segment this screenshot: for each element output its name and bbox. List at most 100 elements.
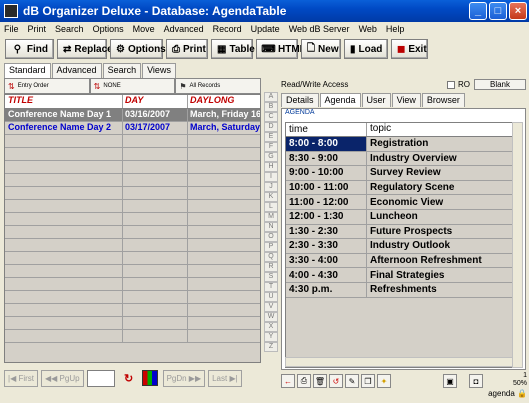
table-row[interactable]: Conference Name Day 2 03/17/2007 March, …	[5, 122, 260, 135]
table-row[interactable]: 8:00 - 8:00 Registration	[286, 137, 512, 152]
print-record-icon[interactable]: ⎙	[297, 374, 311, 388]
tab-views[interactable]: Views	[142, 63, 176, 78]
print-button[interactable]: ⎙ Print	[166, 39, 208, 59]
table-button[interactable]: ▦ Table	[211, 39, 255, 59]
record-number-input[interactable]	[86, 369, 115, 387]
alpha-g[interactable]: G	[264, 152, 278, 162]
menu-record[interactable]: Record	[213, 24, 242, 34]
ro-checkbox[interactable]	[447, 80, 455, 89]
lightbulb-icon[interactable]: ✦	[377, 374, 391, 388]
table-row[interactable]: 9:00 - 10:00 Survey Review	[286, 166, 512, 181]
alpha-d[interactable]: D	[264, 122, 278, 132]
tab-details[interactable]: Details	[281, 93, 319, 107]
column-header-topic[interactable]: topic	[367, 123, 512, 136]
table-row[interactable]: 4:00 - 4:30 Final Strategies	[286, 268, 512, 283]
camera-icon[interactable]: ◘	[469, 374, 483, 388]
tab-advanced[interactable]: Advanced	[51, 63, 102, 78]
alpha-v[interactable]: V	[264, 302, 278, 312]
pgdn-button[interactable]: PgDn ▶▶	[162, 369, 206, 387]
tab-search[interactable]: Search	[102, 63, 142, 78]
table-row[interactable]: 12:00 - 1:30 Luncheon	[286, 209, 512, 225]
options-button[interactable]: ⚙ Options	[110, 39, 166, 59]
column-header-time[interactable]: time	[286, 123, 367, 136]
sort-none-button[interactable]: ⇅ NONE	[89, 78, 176, 94]
tab-user[interactable]: User	[361, 93, 391, 107]
tab-browser[interactable]: Browser	[421, 93, 465, 107]
table-row[interactable]: 11:00 - 12:00 Economic View	[286, 195, 512, 210]
menu-help[interactable]: Help	[386, 24, 405, 34]
alpha-y[interactable]: Y	[264, 332, 278, 342]
copy-icon[interactable]: ❐	[361, 374, 375, 388]
menu-web-db-server[interactable]: Web dB Server	[289, 24, 350, 34]
color-palette-icon[interactable]	[141, 370, 158, 386]
tab-agenda[interactable]: Agenda	[319, 93, 361, 107]
refresh-icon[interactable]: ↻	[121, 370, 137, 386]
vertical-scrollbar[interactable]	[512, 122, 523, 368]
alpha-n[interactable]: N	[264, 222, 278, 232]
alpha-a[interactable]: A	[264, 92, 278, 102]
load-button[interactable]: ▮ Load	[344, 39, 388, 59]
menu-move[interactable]: Move	[133, 24, 155, 34]
menu-advanced[interactable]: Advanced	[164, 24, 204, 34]
column-header-daylong[interactable]: DAYLONG	[188, 95, 260, 108]
save-icon[interactable]: ▣	[443, 374, 457, 388]
close-button[interactable]: ×	[509, 2, 527, 20]
entry-order-button[interactable]: ⇅ Entry Order	[4, 78, 90, 94]
first-button[interactable]: |◀ First	[4, 369, 39, 387]
replace-button[interactable]: ⇄ Replace	[57, 39, 113, 59]
back-arrow-icon[interactable]: ←	[281, 374, 295, 388]
alpha-q[interactable]: Q	[264, 252, 278, 262]
all-records-button[interactable]: ⚑ All Records	[175, 78, 262, 94]
html-button[interactable]: ⌨ HTML	[256, 39, 306, 59]
blank-button[interactable]: Blank	[474, 79, 526, 90]
alpha-e[interactable]: E	[264, 132, 278, 142]
alpha-k[interactable]: K	[264, 192, 278, 202]
menu-update[interactable]: Update	[251, 24, 280, 34]
pgup-button[interactable]: ◀◀ PgUp	[41, 369, 84, 387]
tab-standard[interactable]: Standard	[4, 63, 51, 78]
alpha-z[interactable]: Z	[264, 342, 278, 352]
alpha-j[interactable]: J	[264, 182, 278, 192]
alpha-c[interactable]: C	[264, 112, 278, 122]
alpha-f[interactable]: F	[264, 142, 278, 152]
table-row[interactable]: 4:30 p.m. Refreshments	[286, 282, 512, 298]
alpha-m[interactable]: M	[264, 212, 278, 222]
horizontal-scrollbar[interactable]	[285, 357, 513, 367]
alpha-i[interactable]: I	[264, 172, 278, 182]
table-row[interactable]: 2:30 - 3:30 Industry Outlook	[286, 239, 512, 254]
alpha-p[interactable]: P	[264, 242, 278, 252]
alpha-b[interactable]: B	[264, 102, 278, 112]
read-only-toggle[interactable]: RO	[447, 80, 470, 89]
menu-options[interactable]: Options	[93, 24, 124, 34]
minimize-button[interactable]: _	[469, 2, 487, 20]
menu-file[interactable]: File	[4, 24, 19, 34]
alpha-r[interactable]: R	[264, 262, 278, 272]
table-row[interactable]: 10:00 - 11:00 Regulatory Scene	[286, 180, 512, 196]
undo-icon[interactable]: ↺	[329, 374, 343, 388]
table-row[interactable]: 3:30 - 4:00 Afternoon Refreshment	[286, 253, 512, 269]
delete-icon[interactable]: 🗑	[313, 374, 327, 388]
exit-button[interactable]: ◼ Exit	[391, 39, 428, 59]
tab-view[interactable]: View	[391, 93, 421, 107]
alpha-l[interactable]: L	[264, 202, 278, 212]
alpha-s[interactable]: S	[264, 272, 278, 282]
alpha-w[interactable]: W	[264, 312, 278, 322]
table-row[interactable]: 8:30 - 9:00 Industry Overview	[286, 151, 512, 167]
maximize-button[interactable]: □	[489, 2, 507, 20]
edit-icon[interactable]: ✎	[345, 374, 359, 388]
column-header-day[interactable]: DAY	[123, 95, 188, 108]
menu-web[interactable]: Web	[359, 24, 377, 34]
column-header-title[interactable]: TITLE	[5, 95, 123, 108]
alpha-h[interactable]: H	[264, 162, 278, 172]
alpha-o[interactable]: O	[264, 232, 278, 242]
table-row[interactable]: Conference Name Day 1 03/16/2007 March, …	[5, 109, 260, 122]
alpha-t[interactable]: T	[264, 282, 278, 292]
alpha-u[interactable]: U	[264, 292, 278, 302]
new-button[interactable]: 🗋 New	[301, 39, 341, 59]
menu-search[interactable]: Search	[55, 24, 84, 34]
table-row[interactable]: 1:30 - 2:30 Future Prospects	[286, 224, 512, 240]
menu-print[interactable]: Print	[28, 24, 47, 34]
last-button[interactable]: Last ▶|	[208, 369, 242, 387]
alpha-x[interactable]: X	[264, 322, 278, 332]
find-button[interactable]: ⚲ Find	[5, 39, 54, 59]
